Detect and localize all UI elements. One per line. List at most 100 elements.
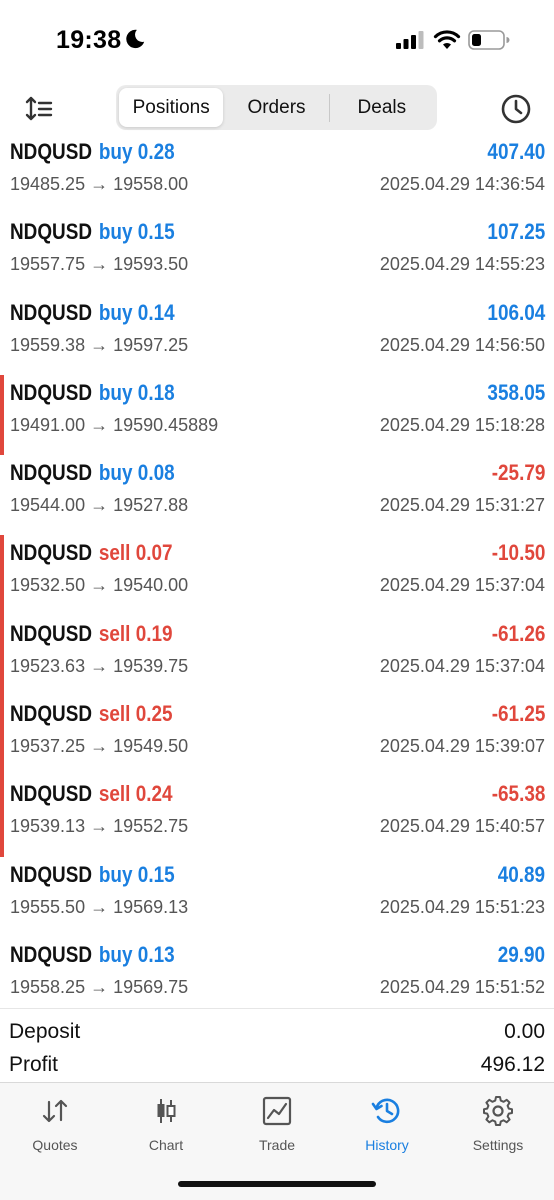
position-row[interactable]: NDQUSD buy 0.15 107.25 19557.75 → 19593.5… (0, 214, 554, 294)
position-prices: 19523.63 → 19539.75 (10, 655, 189, 676)
position-symbol: NDQUSD (10, 139, 92, 164)
position-row[interactable]: NDQUSD sell 0.24 -65.38 19539.13 → 19552.… (0, 774, 554, 857)
position-symbol: NDQUSD (10, 620, 92, 646)
trade-chart-icon (262, 1096, 292, 1126)
position-row[interactable]: NDQUSD sell 0.25 -61.25 19537.25 → 19549.… (0, 694, 554, 777)
position-volume: 0.13 (137, 941, 175, 967)
tab-quotes[interactable]: Quotes (0, 1095, 110, 1155)
position-symbol: NDQUSD (10, 701, 92, 727)
clock-icon[interactable] (498, 91, 534, 127)
position-prices: 19537.25 → 19549.50 (10, 736, 189, 757)
position-volume: 0.25 (135, 701, 173, 727)
position-prices: 19539.13 → 19552.75 (10, 816, 189, 837)
position-profit: 358.05 (487, 379, 545, 405)
position-side: sell (98, 540, 131, 566)
tab-label: History (365, 1137, 409, 1153)
position-title: NDQUSD buy 0.18 (10, 380, 175, 406)
position-row[interactable]: NDQUSD buy 0.14 106.04 19559.38 → 19597.2… (0, 295, 554, 375)
position-time: 2025.04.29 14:56:50 (379, 334, 545, 355)
position-profit: -61.25 (491, 701, 545, 727)
position-volume: 0.18 (137, 379, 175, 405)
position-prices: 19485.25 → 19558.00 (10, 174, 189, 194)
deposit-value: 0.00 (504, 1020, 545, 1043)
history-clock-icon (371, 1098, 400, 1124)
position-title: NDQUSD sell 0.19 (10, 621, 173, 647)
position-row[interactable]: NDQUSD buy 0.13 29.90 19558.25 → 19569.75… (0, 937, 554, 1017)
position-title: NDQUSD sell 0.25 (10, 701, 173, 727)
position-prices: 19532.50 → 19540.00 (10, 575, 189, 596)
position-prices: 19491.00 → 19590.45889 (10, 414, 219, 435)
position-time: 2025.04.29 15:37:04 (379, 575, 545, 596)
moon-icon (126, 29, 145, 49)
history-summary: Deposit 0.00 Profit 496.12 (0, 1008, 554, 1082)
position-title: NDQUSD sell 0.24 (10, 781, 173, 807)
battery-icon (468, 30, 510, 50)
gear-icon (483, 1096, 513, 1126)
tab-label: Quotes (32, 1137, 78, 1153)
tab-history[interactable]: History (332, 1095, 442, 1155)
position-prices: 19557.75 → 19593.50 (10, 254, 189, 275)
position-side: buy (98, 460, 133, 486)
tab-label: Settings (472, 1137, 524, 1153)
tab-orders[interactable]: Orders (224, 88, 328, 127)
position-prices: 19544.00 → 19527.88 (10, 495, 189, 516)
position-title: NDQUSD sell 0.07 (10, 540, 173, 566)
position-prices: 19559.38 → 19597.25 (10, 334, 189, 355)
position-side: sell (98, 781, 131, 807)
position-title: NDQUSD buy 0.28 (10, 139, 175, 165)
position-side: buy (98, 379, 133, 405)
tab-label: Chart (148, 1137, 184, 1153)
position-row[interactable]: NDQUSD buy 0.18 358.05 19491.00 → 19590.4… (0, 374, 554, 456)
position-side: sell (98, 620, 131, 646)
tab-trade[interactable]: Trade (222, 1095, 332, 1155)
position-volume: 0.24 (135, 781, 173, 807)
tab-settings[interactable]: Settings (443, 1095, 553, 1155)
position-side: sell (98, 701, 131, 727)
position-time: 2025.04.29 15:51:23 (379, 896, 545, 917)
tab-chart[interactable]: Chart (111, 1095, 221, 1155)
position-time: 2025.04.29 15:31:27 (379, 495, 545, 516)
position-title: NDQUSD buy 0.15 (10, 862, 175, 888)
tab-positions[interactable]: Positions (119, 88, 224, 127)
position-symbol: NDQUSD (10, 219, 92, 245)
position-row[interactable]: NDQUSD buy 0.08 -25.79 19544.00 → 19527.8… (0, 455, 554, 535)
position-prices: 19558.25 → 19569.75 (10, 976, 189, 997)
positions-list: NDQUSD buy 0.28 407.40 19485.25 → 19558.0… (0, 134, 554, 1017)
position-side: buy (98, 941, 133, 967)
profit-value: 496.12 (480, 1053, 545, 1076)
position-time: 2025.04.29 15:18:28 (379, 414, 545, 435)
tab-deals[interactable]: Deals (330, 88, 434, 127)
position-volume: 0.08 (137, 460, 175, 486)
position-profit: 40.89 (497, 861, 545, 887)
status-time: 19:38 (56, 26, 122, 54)
tab-label: Trade (258, 1137, 296, 1153)
position-time: 2025.04.29 15:40:57 (379, 816, 545, 837)
position-volume: 0.19 (135, 620, 173, 646)
position-row[interactable]: NDQUSD buy 0.15 40.89 19555.50 → 19569.13… (0, 857, 554, 937)
position-row[interactable]: NDQUSD sell 0.07 -10.50 19532.50 → 19540.… (0, 535, 554, 617)
history-toolbar: Positions Orders Deals (0, 84, 554, 134)
status-bar: 19:38 (0, 0, 554, 80)
position-title: NDQUSD buy 0.13 (10, 942, 175, 968)
position-symbol: NDQUSD (10, 299, 92, 325)
position-profit: -25.79 (491, 460, 545, 486)
position-title: NDQUSD buy 0.15 (10, 219, 175, 245)
home-indicator[interactable] (178, 1181, 376, 1187)
position-time: 2025.04.29 15:37:04 (379, 655, 545, 676)
position-symbol: NDQUSD (10, 941, 92, 967)
position-volume: 0.15 (137, 219, 175, 245)
quotes-arrows-icon (42, 1099, 68, 1123)
position-volume: 0.15 (137, 861, 175, 887)
position-side: buy (98, 299, 133, 325)
position-symbol: NDQUSD (10, 540, 92, 566)
position-profit: -65.38 (491, 781, 545, 807)
position-symbol: NDQUSD (10, 460, 92, 486)
deposit-label: Deposit (9, 1020, 81, 1043)
position-row[interactable]: NDQUSD buy 0.28 407.40 19485.25 → 19558.0… (0, 134, 554, 214)
sort-icon[interactable] (22, 92, 56, 126)
position-title: NDQUSD buy 0.14 (10, 300, 175, 326)
position-row[interactable]: NDQUSD sell 0.19 -61.26 19523.63 → 19539.… (0, 613, 554, 697)
position-profit: 107.25 (487, 219, 545, 245)
profit-row: Profit 496.12 (9, 1053, 545, 1083)
position-time: 2025.04.29 14:55:23 (379, 254, 545, 275)
